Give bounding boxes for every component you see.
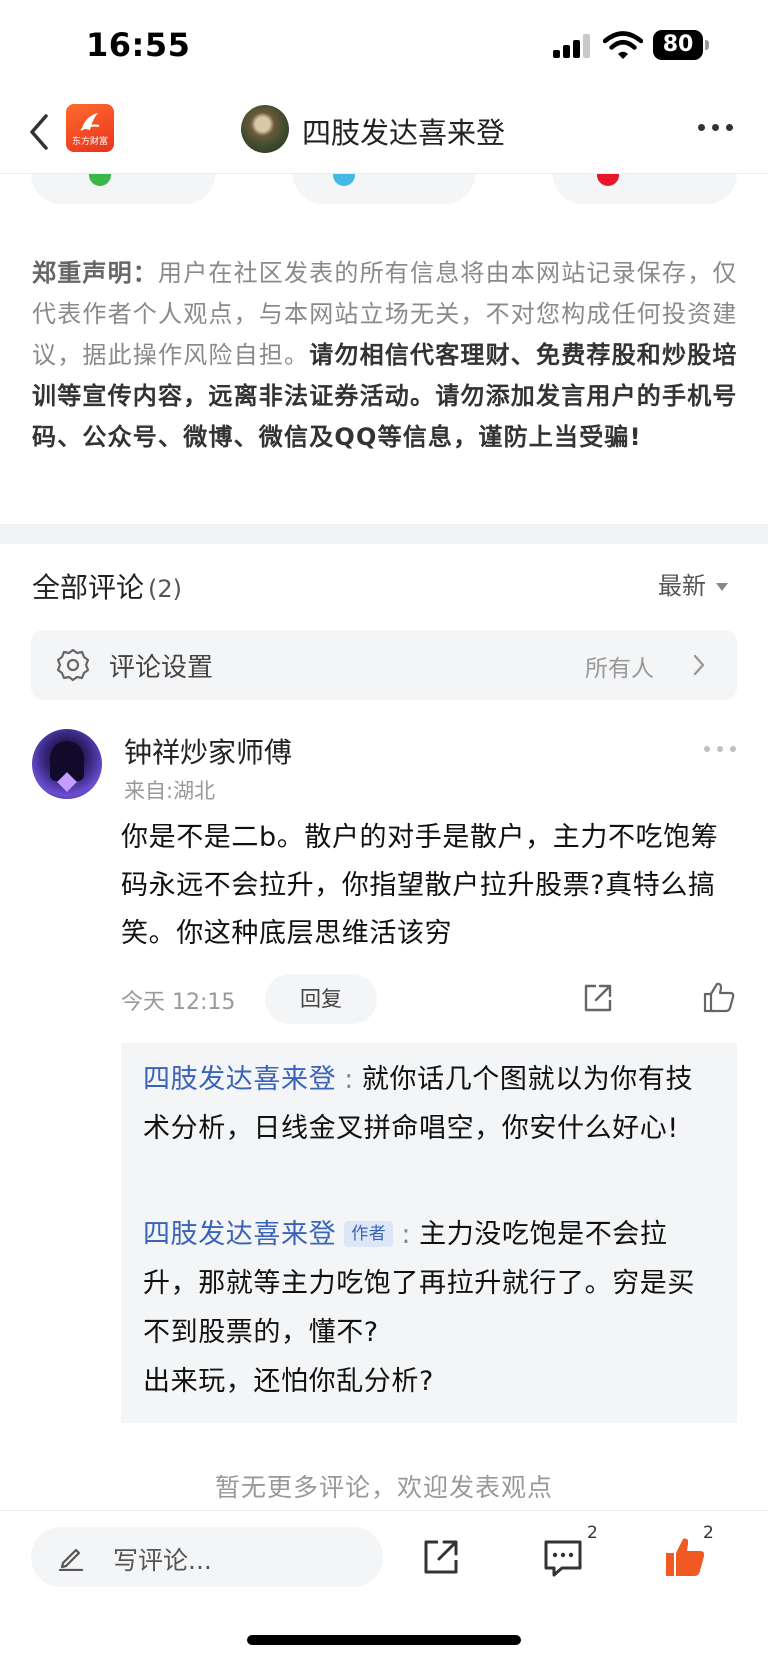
share-wechat-button[interactable] — [31, 174, 215, 204]
reply-author[interactable]: 四肢发达喜来登 — [143, 1219, 336, 1250]
share-icon[interactable] — [421, 1537, 461, 1577]
replies-box: 四肢发达喜来登: 就你话几个图就以为你有技术分析，日线金叉拼命唱空，你安什么好心!… — [121, 1043, 737, 1423]
reply-colon: : — [401, 1219, 412, 1250]
pencil-icon — [58, 1548, 84, 1571]
reply-item: 四肢发达喜来登: 就你话几个图就以为你有技术分析，日线金叉拼命唱空，你安什么好心! — [143, 1055, 713, 1153]
reply-text-line: 出来玩，还怕你乱分析? — [143, 1366, 434, 1397]
back-icon[interactable] — [24, 110, 56, 154]
share-row — [0, 174, 768, 204]
app-logo[interactable]: 东方财富 — [66, 104, 114, 152]
comments-icon[interactable] — [542, 1537, 584, 1579]
comments-count: (2) — [148, 575, 183, 603]
page-title[interactable]: 四肢发达喜来登 — [302, 110, 505, 152]
status-time: 16:55 — [86, 26, 191, 64]
logo-text: 东方财富 — [71, 137, 108, 147]
chevron-right-icon — [693, 654, 705, 676]
settings-label: 评论设置 — [109, 653, 214, 683]
sort-label: 最新 — [658, 572, 706, 600]
bottom-bar: 写评论... 2 2 — [0, 1510, 768, 1663]
comment-settings-button[interactable]: 评论设置 所有人 — [31, 630, 737, 700]
gear-icon — [56, 648, 90, 682]
disclaimer-label: 郑重声明： — [32, 259, 158, 287]
comment-time: 今天 12:15 — [121, 990, 236, 1015]
share-moments-button[interactable] — [293, 174, 475, 204]
reply-colon: : — [344, 1064, 354, 1095]
disclaimer: 郑重声明：用户在社区发表的所有信息将由本网站记录保存，仅代表作者个人观点，与本网… — [32, 253, 740, 458]
author-badge: 作者 — [344, 1221, 394, 1247]
sort-button[interactable]: 最新 — [658, 566, 728, 601]
like-icon[interactable] — [702, 980, 736, 1014]
commenter-avatar[interactable] — [32, 729, 102, 799]
signal-icon — [553, 34, 593, 58]
comment-input[interactable]: 写评论... — [31, 1527, 383, 1587]
reply-author[interactable]: 四肢发达喜来登 — [143, 1064, 336, 1095]
section-divider — [0, 524, 768, 544]
share-icon[interactable] — [582, 982, 614, 1014]
comment-more-icon[interactable] — [704, 746, 736, 754]
commenter-location: 来自:湖北 — [124, 779, 216, 803]
wifi-icon — [603, 31, 643, 59]
settings-value: 所有人 — [585, 656, 654, 682]
battery-icon: 80 — [653, 30, 709, 60]
logo-icon — [80, 113, 100, 131]
commenter-name[interactable]: 钟祥炒家师傅 — [124, 731, 292, 771]
more-icon[interactable] — [698, 124, 734, 134]
like-icon[interactable] — [663, 1535, 707, 1579]
comment-text: 你是不是二b。散户的对手是散户，主力不吃饱筹码永远不会拉升，你指望散户拉升股票?… — [121, 822, 719, 949]
comments-title: 全部评论 — [32, 571, 145, 604]
home-indicator — [247, 1635, 521, 1645]
comment-input-placeholder: 写评论... — [113, 1546, 212, 1575]
caret-down-icon — [716, 583, 728, 591]
likes-count-badge: 2 — [703, 1523, 714, 1543]
nav-bar: 东方财富 四肢发达喜来登 — [0, 90, 768, 174]
author-avatar[interactable] — [241, 105, 289, 153]
reply-button[interactable]: 回复 — [265, 974, 377, 1024]
battery-level: 80 — [653, 30, 703, 60]
comments-header: 全部评论 (2) — [32, 566, 182, 606]
no-more-comments: 暂无更多评论，欢迎发表观点 — [214, 1473, 553, 1502]
reply-item: 四肢发达喜来登 作者: 主力没吃饱是不会拉升，那就等主力吃饱了再拉升就行了。穷是买不… — [143, 1210, 713, 1406]
comments-count-badge: 2 — [587, 1523, 598, 1543]
status-bar: 16:55 80 — [0, 0, 768, 90]
share-weibo-button[interactable] — [553, 174, 737, 204]
